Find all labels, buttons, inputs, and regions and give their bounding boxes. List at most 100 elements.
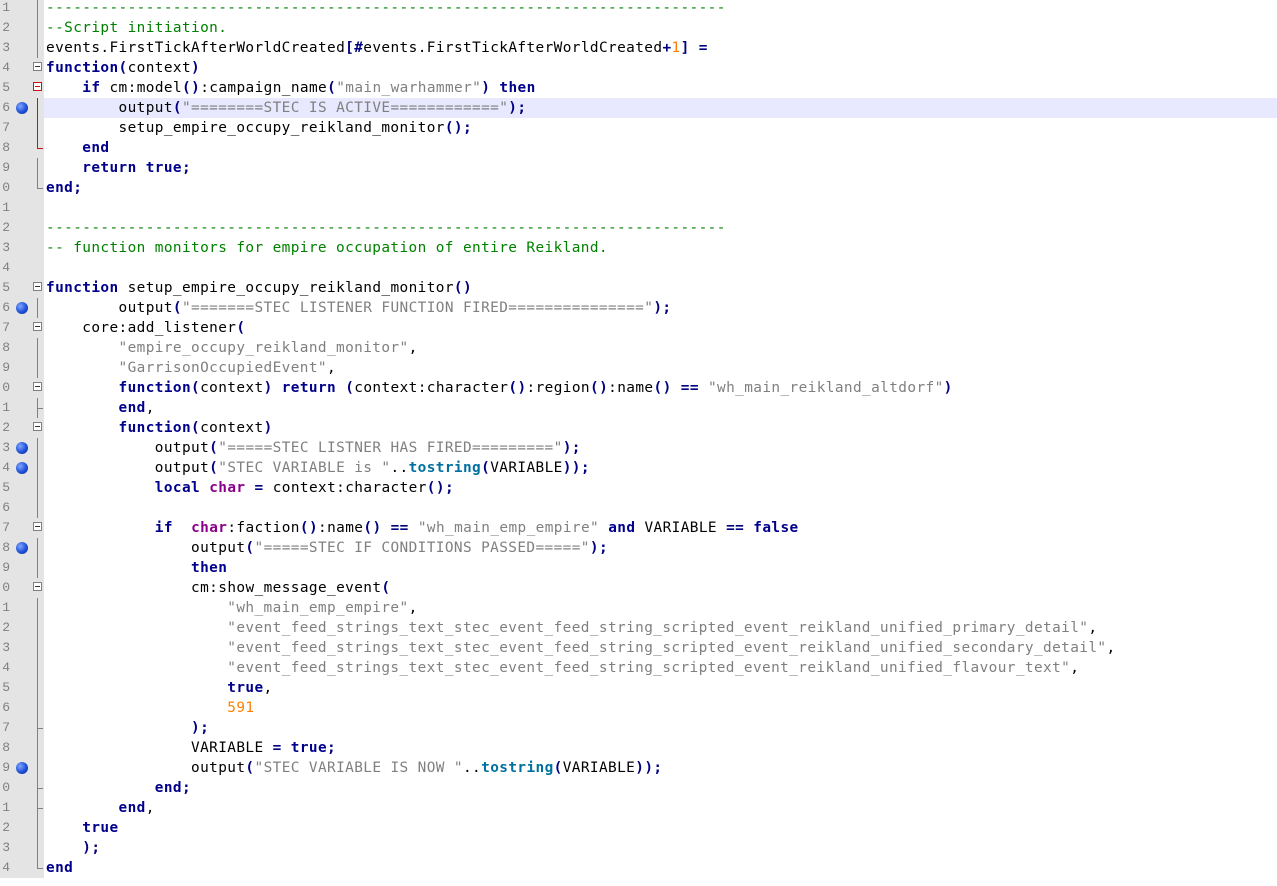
line-gutter[interactable]: 7	[0, 518, 44, 538]
breakpoint-icon[interactable]	[16, 762, 28, 774]
line-gutter[interactable]: 5	[0, 478, 44, 498]
code-text[interactable]: end,	[46, 398, 155, 418]
code-line[interactable]: 2 "event_feed_strings_text_stec_event_fe…	[0, 618, 1277, 638]
code-line[interactable]: 1	[0, 198, 1277, 218]
code-line[interactable]: 3 "event_feed_strings_text_stec_event_fe…	[0, 638, 1277, 658]
code-line[interactable]: 0 end;	[0, 778, 1277, 798]
code-line[interactable]: 6 output("========STEC IS ACTIVE========…	[0, 98, 1277, 118]
code-text[interactable]: ----------------------------------------…	[46, 0, 726, 18]
line-gutter[interactable]: 2	[0, 218, 44, 238]
code-text[interactable]: 591	[46, 698, 254, 718]
line-gutter[interactable]: 2	[0, 18, 44, 38]
line-gutter[interactable]: 0	[0, 778, 44, 798]
code-text[interactable]: output("=======STEC LISTENER FUNCTION FI…	[46, 298, 672, 318]
code-line[interactable]: 3 -- function monitors for empire occupat…	[0, 238, 1277, 258]
fold-toggle-icon[interactable]	[33, 582, 42, 591]
code-line[interactable]: 2 --Script initiation.	[0, 18, 1277, 38]
fold-toggle-icon[interactable]	[33, 62, 42, 71]
line-gutter[interactable]: 9	[0, 558, 44, 578]
line-gutter[interactable]: 3	[0, 238, 44, 258]
line-gutter[interactable]: 7	[0, 118, 44, 138]
line-gutter[interactable]: 6	[0, 698, 44, 718]
fold-toggle-icon[interactable]	[33, 322, 42, 331]
breakpoint-icon[interactable]	[16, 462, 28, 474]
line-gutter[interactable]: 8	[0, 138, 44, 158]
code-line[interactable]: 1 end,	[0, 398, 1277, 418]
code-text[interactable]: output("=====STEC IF CONDITIONS PASSED==…	[46, 538, 608, 558]
code-text[interactable]: function(context)	[46, 58, 200, 78]
code-text[interactable]: "empire_occupy_reikland_monitor",	[46, 338, 418, 358]
line-gutter[interactable]: 4	[0, 258, 44, 278]
code-text[interactable]: function(context)	[46, 418, 273, 438]
line-gutter[interactable]: 9	[0, 158, 44, 178]
fold-toggle-icon[interactable]	[33, 422, 42, 431]
code-text[interactable]: );	[46, 838, 100, 858]
line-gutter[interactable]: 1	[0, 0, 44, 18]
fold-toggle-icon[interactable]	[33, 282, 42, 291]
code-line[interactable]: 3 output("=====STEC LISTNER HAS FIRED===…	[0, 438, 1277, 458]
code-text[interactable]: local char = context:character();	[46, 478, 454, 498]
line-gutter[interactable]: 2	[0, 418, 44, 438]
code-text[interactable]: events.FirstTickAfterWorldCreated[#event…	[46, 38, 708, 58]
code-line[interactable]: 8 VARIABLE = true;	[0, 738, 1277, 758]
code-line[interactable]: 9 output("STEC VARIABLE IS NOW "..tostri…	[0, 758, 1277, 778]
fold-toggle-icon[interactable]	[33, 522, 42, 531]
code-line[interactable]: 8 output("=====STEC IF CONDITIONS PASSED…	[0, 538, 1277, 558]
code-text[interactable]: true,	[46, 678, 273, 698]
code-text[interactable]: end	[46, 858, 73, 878]
code-line[interactable]: 3 );	[0, 838, 1277, 858]
code-text[interactable]: );	[46, 718, 209, 738]
line-gutter[interactable]: 9	[0, 358, 44, 378]
code-line[interactable]: 5 true,	[0, 678, 1277, 698]
line-gutter[interactable]: 1	[0, 198, 44, 218]
line-gutter[interactable]: 8	[0, 538, 44, 558]
code-text[interactable]: function(context) return (context:charac…	[46, 378, 953, 398]
code-text[interactable]: output("STEC VARIABLE is "..tostring(VAR…	[46, 458, 590, 478]
line-gutter[interactable]: 6	[0, 98, 44, 118]
line-gutter[interactable]: 4	[0, 658, 44, 678]
code-line[interactable]: 7 core:add_listener(	[0, 318, 1277, 338]
code-line[interactable]: 5 if cm:model():campaign_name("main_warh…	[0, 78, 1277, 98]
line-gutter[interactable]: 0	[0, 578, 44, 598]
code-text[interactable]: -- function monitors for empire occupati…	[46, 238, 608, 258]
code-text[interactable]: end,	[46, 798, 155, 818]
breakpoint-icon[interactable]	[16, 102, 28, 114]
breakpoint-icon[interactable]	[16, 302, 28, 314]
line-gutter[interactable]: 8	[0, 738, 44, 758]
breakpoint-icon[interactable]	[16, 442, 28, 454]
code-line[interactable]: 7 if char:faction():name() == "wh_main_e…	[0, 518, 1277, 538]
code-line[interactable]: 7 setup_empire_occupy_reikland_monitor()…	[0, 118, 1277, 138]
line-gutter[interactable]: 3	[0, 38, 44, 58]
fold-toggle-icon[interactable]	[33, 82, 42, 91]
code-text[interactable]: "wh_main_emp_empire",	[46, 598, 418, 618]
line-gutter[interactable]: 8	[0, 338, 44, 358]
line-gutter[interactable]: 3	[0, 438, 44, 458]
code-text[interactable]: --Script initiation.	[46, 18, 227, 38]
code-text[interactable]: core:add_listener(	[46, 318, 245, 338]
code-line[interactable]: 0 end;	[0, 178, 1277, 198]
line-gutter[interactable]: 1	[0, 598, 44, 618]
code-line[interactable]: 4 function(context)	[0, 58, 1277, 78]
line-gutter[interactable]: 6	[0, 498, 44, 518]
code-text[interactable]: if char:faction():name() == "wh_main_emp…	[46, 518, 799, 538]
code-line[interactable]: 8 "empire_occupy_reikland_monitor",	[0, 338, 1277, 358]
code-line[interactable]: 9 then	[0, 558, 1277, 578]
line-gutter[interactable]: 7	[0, 318, 44, 338]
line-gutter[interactable]: 7	[0, 718, 44, 738]
code-line[interactable]: 2 ---------------------------------------…	[0, 218, 1277, 238]
line-gutter[interactable]: 4	[0, 858, 44, 878]
code-line[interactable]: 3 events.FirstTickAfterWorldCreated[#even…	[0, 38, 1277, 58]
code-text[interactable]: "GarrisonOccupiedEvent",	[46, 358, 336, 378]
code-line[interactable]: 2 true	[0, 818, 1277, 838]
fold-toggle-icon[interactable]	[33, 382, 42, 391]
code-line[interactable]: 0 cm:show_message_event(	[0, 578, 1277, 598]
code-text[interactable]: end	[46, 138, 109, 158]
line-gutter[interactable]: 5	[0, 678, 44, 698]
code-text[interactable]: true	[46, 818, 119, 838]
line-gutter[interactable]: 0	[0, 178, 44, 198]
code-line[interactable]: 4 "event_feed_strings_text_stec_event_fe…	[0, 658, 1277, 678]
code-editor[interactable]: 1 ---------------------------------------…	[0, 0, 1277, 886]
code-line[interactable]: 4 output("STEC VARIABLE is "..tostring(V…	[0, 458, 1277, 478]
code-text[interactable]: output("=====STEC LISTNER HAS FIRED=====…	[46, 438, 581, 458]
code-text[interactable]: "event_feed_strings_text_stec_event_feed…	[46, 618, 1097, 638]
